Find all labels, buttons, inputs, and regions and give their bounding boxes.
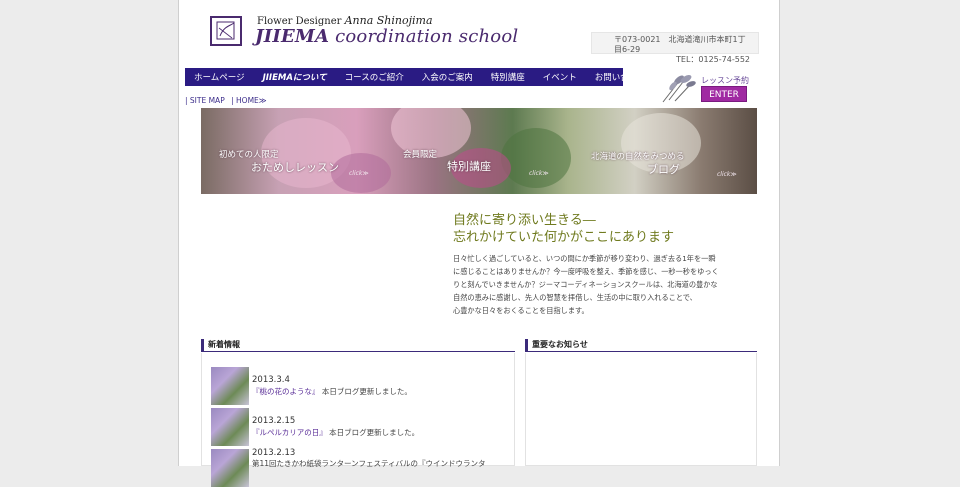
school-name[interactable]: JIIEMA coordination school [255, 26, 518, 47]
news-date: 2013.2.13 [252, 448, 296, 458]
news-item: 『桃の花のような』 本日ブログ更新しました。 [252, 386, 412, 397]
nav-special-course[interactable]: 特別講座 [482, 71, 534, 83]
intro-line: りと刻んでいきませんか？ジーマコーディネーションスクールは、北海道の豊かな [453, 280, 718, 289]
tel-line: TEL：0125-74-552 [676, 55, 750, 64]
news-text[interactable]: 第11回たきかわ紙袋ランターンフェスティバルの『ウインドウランタ [252, 459, 486, 468]
address-line: 〒073-0021 北海道滝川市本町1丁目6-29 [614, 35, 746, 54]
nav-about[interactable]: JIIEMAについて [254, 71, 336, 83]
banner-special-title[interactable]: 特別講座 [447, 158, 491, 174]
news-date: 2013.3.4 [252, 375, 290, 385]
breadcrumb: | SITE MAP | HOME≫ [185, 96, 271, 105]
news-link[interactable]: 『桃の花のような』 [252, 387, 320, 396]
lesson-reservation-label: レッスン予約 [701, 76, 749, 85]
news-thumbnail-image[interactable] [211, 449, 249, 487]
nav-events[interactable]: イベント [534, 71, 586, 83]
tagline-line-2: 忘れかけていた何かがここにあります [453, 230, 675, 245]
banner-special-subtitle[interactable]: 会員限定 [403, 148, 437, 160]
intro-line: 心豊かな日々をおくることを目指します。 [453, 306, 589, 315]
school-name-rest: coordination school [329, 26, 519, 47]
nav-home[interactable]: ホームページ [185, 71, 254, 83]
nav-admission[interactable]: 入会のご案内 [413, 71, 482, 83]
banner-blog-click[interactable]: click≫ [717, 171, 737, 178]
news-item: 『ルペルカリアの日』 本日ブログ更新しました。 [252, 427, 419, 438]
main-nav: ホームページ JIIEMAについて コースのご紹介 入会のご案内 特別講座 イベ… [185, 68, 646, 86]
notice-heading: 重要なお知らせ [525, 339, 757, 352]
enter-button[interactable]: ENTER [701, 86, 747, 102]
tagline-line-1: 自然に寄り添い生きる― [453, 213, 596, 228]
home-link[interactable]: | HOME≫ [231, 96, 267, 105]
intro-text: 日々忙しく過ごしていると、いつの間にか季節が移り変わり、過ぎ去る1年を一瞬 に感… [453, 252, 735, 317]
address-box: 〒073-0021 北海道滝川市本町1丁目6-29 TEL：0125-74-55… [591, 32, 759, 64]
school-logo-icon[interactable] [210, 16, 242, 46]
nav-courses[interactable]: コースのご紹介 [336, 71, 413, 83]
news-link[interactable]: 『ルペルカリアの日』 [252, 428, 327, 437]
banner-trial-title[interactable]: おためしレッスン [251, 159, 339, 175]
banner-blog-title[interactable]: ブログ [647, 161, 680, 177]
news-heading-label: 新着情報 [208, 340, 240, 349]
notice-heading-label: 重要なお知らせ [532, 340, 588, 349]
intro-line: 自然の恵みに感謝し、先人の智慧を拝借し、生活の中に取り入れることで、 [453, 293, 697, 302]
banner-special-click[interactable]: click≫ [529, 170, 549, 177]
sitemap-link[interactable]: | SITE MAP [185, 96, 225, 105]
news-text: 本日ブログ更新しました。 [319, 387, 412, 396]
tagline: 自然に寄り添い生きる― 忘れかけていた何かがここにあります [453, 212, 674, 246]
banner-trial-click[interactable]: click≫ [349, 170, 369, 177]
nav-contact[interactable]: お問い合わせ [586, 71, 655, 83]
news-item: 第11回たきかわ紙袋ランターンフェスティバルの『ウインドウランタ [252, 458, 486, 469]
intro-line: 日々忙しく過ごしていると、いつの間にか季節が移り変わり、過ぎ去る1年を一瞬 [453, 254, 716, 263]
news-text: 本日ブログ更新しました。 [326, 428, 420, 437]
nav-about-label: JIIEMAについて [262, 73, 327, 83]
hero-banner: 初めての人限定 おためしレッスン click≫ 会員限定 特別講座 click≫… [201, 108, 757, 194]
news-heading: 新着情報 [201, 339, 515, 352]
intro-line: に感じることはありませんか？今一度呼吸を整え、季節を感じ、一秒一秒をゆっく [453, 267, 719, 276]
news-date: 2013.2.15 [252, 416, 296, 426]
banner-leaf-shape [501, 128, 571, 188]
page-container: Flower Designer Anna Shinojima JIIEMA co… [178, 0, 780, 487]
news-thumbnail-image[interactable] [211, 408, 249, 446]
notice-panel [525, 353, 757, 466]
school-name-bold: JIIEMA [255, 26, 330, 47]
news-thumbnail-image[interactable] [211, 367, 249, 405]
flower-sprig-icon [662, 75, 696, 103]
